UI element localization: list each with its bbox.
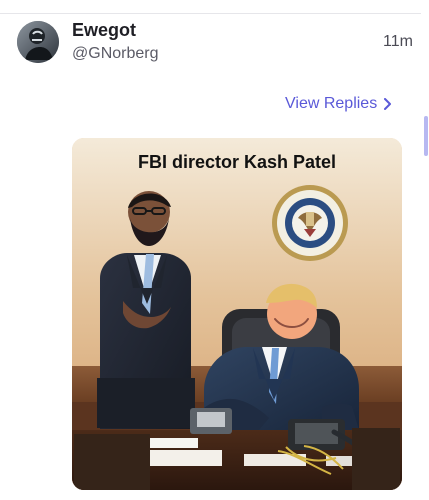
view-replies-link[interactable]: View Replies <box>285 95 393 113</box>
post-image[interactable]: FBI director Kash Patel <box>72 138 402 490</box>
chevron-right-icon <box>384 98 392 110</box>
avatar-image <box>17 21 59 63</box>
author-handle[interactable]: @GNorberg <box>72 45 159 63</box>
avatar[interactable] <box>17 21 59 63</box>
image-caption: FBI director Kash Patel <box>137 152 337 172</box>
presidential-seal <box>272 185 348 261</box>
image-scene <box>72 138 402 490</box>
scrollbar[interactable] <box>423 0 429 500</box>
scrollbar-thumb[interactable] <box>424 116 428 156</box>
author-name[interactable]: Ewegot <box>72 20 136 41</box>
top-divider <box>0 13 421 14</box>
post-view: Ewegot @GNorberg 11m View Replies FBI di… <box>0 0 429 500</box>
post-timestamp: 11m <box>383 33 413 50</box>
view-replies-label: View Replies <box>285 95 378 112</box>
